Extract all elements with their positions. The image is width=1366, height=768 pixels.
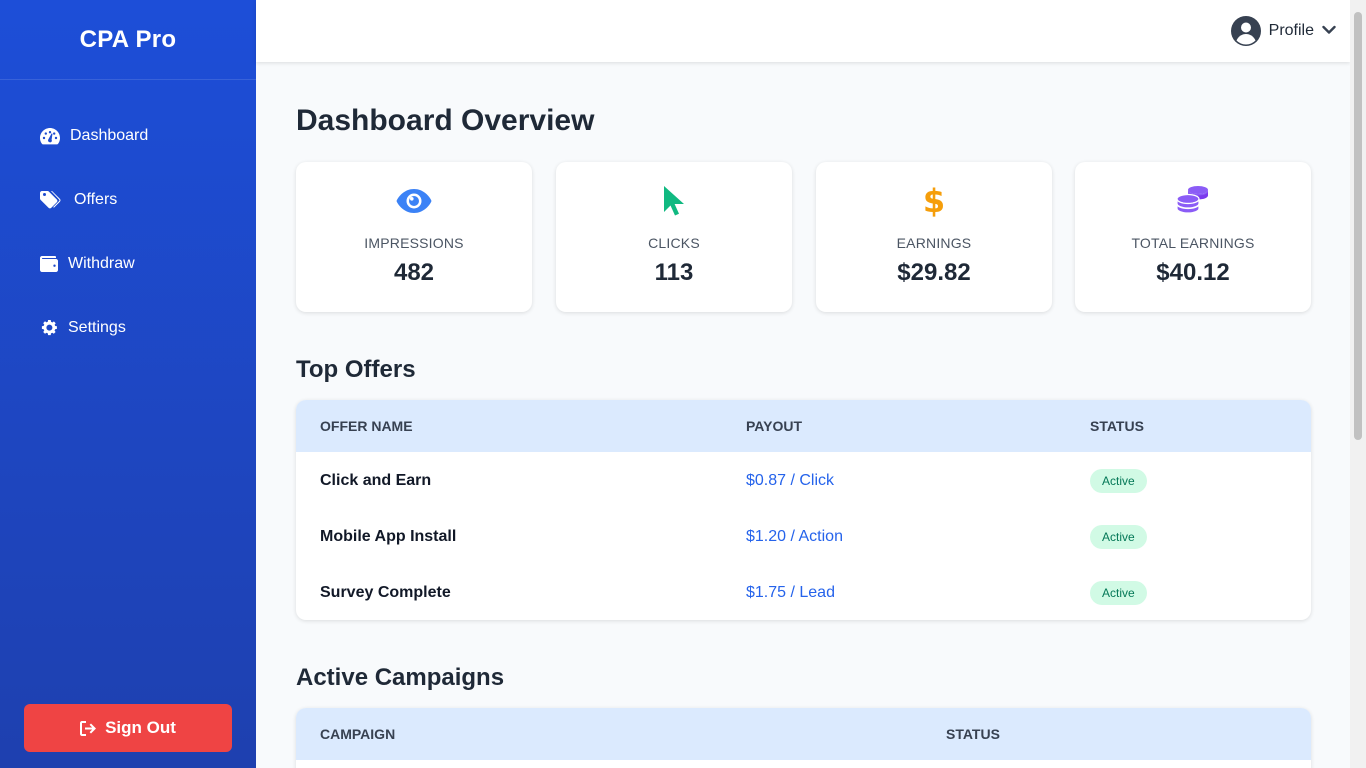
sign-out-icon (80, 720, 97, 736)
profile-menu[interactable]: Profile (1230, 15, 1336, 47)
user-avatar-icon (1230, 16, 1261, 46)
sidebar-nav: Dashboard Offers Withdraw Settings (0, 80, 256, 360)
stat-label: TOTAL EARNINGS (1131, 235, 1255, 251)
sign-out-button[interactable]: Sign Out (24, 704, 232, 752)
cursor-icon (556, 184, 792, 218)
offer-payout: $1.75 / Lead (746, 584, 835, 601)
active-campaigns-table: CAMPAIGN STATUS (296, 708, 1311, 768)
column-header-campaign[interactable]: CAMPAIGN (320, 726, 395, 742)
status-badge: Active (1090, 525, 1147, 549)
chevron-down-icon (1322, 22, 1336, 40)
gauge-icon (40, 126, 60, 146)
column-header-status[interactable]: STATUS (1090, 418, 1144, 434)
coins-icon (1075, 184, 1311, 218)
table-row[interactable]: Click and Earn $0.87 / Click Active (296, 452, 1311, 508)
app-root: CPA Pro Dashboard Offers Withdraw Settin… (0, 0, 1366, 768)
stat-label: EARNINGS (896, 235, 972, 251)
offer-payout: $0.87 / Click (746, 472, 835, 489)
status-badge: Active (1090, 581, 1147, 605)
status-badge: Active (1090, 469, 1147, 493)
profile-label: Profile (1268, 22, 1314, 39)
sidebar-item-dashboard[interactable]: Dashboard (0, 104, 256, 168)
stat-label: CLICKS (648, 235, 700, 251)
table-header: OFFER NAME PAYOUT STATUS (296, 400, 1311, 452)
table-row[interactable]: Survey Complete $1.75 / Lead Active (296, 564, 1311, 620)
table-header: CAMPAIGN STATUS (296, 708, 1311, 760)
active-campaigns-title: Active Campaigns (296, 664, 505, 691)
dollar-icon: $ (816, 184, 1052, 218)
stat-value: 113 (654, 259, 694, 286)
stat-card-earnings: $ EARNINGS $29.82 (816, 162, 1052, 312)
eye-icon (296, 184, 532, 218)
svg-text:$: $ (924, 185, 944, 217)
stat-value: $40.12 (1156, 259, 1230, 286)
column-header-status[interactable]: STATUS (946, 726, 1000, 742)
gear-icon (40, 318, 58, 338)
offer-payout: $1.20 / Action (746, 528, 843, 545)
stat-card-impressions: IMPRESSIONS 482 (296, 162, 532, 312)
stat-value: 482 (393, 259, 435, 286)
page-title: Dashboard Overview (296, 104, 595, 137)
sidebar-item-label: Withdraw (68, 255, 135, 272)
stat-card-clicks: CLICKS 113 (556, 162, 792, 312)
table-row[interactable]: Mobile App Install $1.20 / Action Active (296, 508, 1311, 564)
top-offers-title: Top Offers (296, 356, 416, 383)
top-bar: Profile (256, 0, 1350, 62)
column-header-payout[interactable]: PAYOUT (746, 418, 802, 434)
sign-out-label: Sign Out (105, 718, 176, 737)
offer-name: Click and Earn (320, 472, 432, 489)
scrollbar-thumb[interactable] (1354, 12, 1362, 440)
brand-logo[interactable]: CPA Pro (0, 0, 256, 80)
sidebar-item-offers[interactable]: Offers (0, 168, 256, 232)
top-offers-table: OFFER NAME PAYOUT STATUS Click and Earn … (296, 400, 1311, 620)
sidebar-item-settings[interactable]: Settings (0, 296, 256, 360)
column-header-offer-name[interactable]: OFFER NAME (320, 418, 413, 434)
offer-name: Survey Complete (320, 584, 451, 601)
wallet-icon (40, 254, 58, 274)
sidebar-item-label: Offers (74, 191, 118, 208)
offer-name: Mobile App Install (320, 528, 457, 545)
sidebar-item-label: Dashboard (70, 127, 149, 144)
stat-card-total-earnings: TOTAL EARNINGS $40.12 (1075, 162, 1311, 312)
sidebar-item-label: Settings (68, 319, 126, 336)
sidebar-item-withdraw[interactable]: Withdraw (0, 232, 256, 296)
tags-icon (40, 190, 62, 210)
stat-label: IMPRESSIONS (364, 235, 464, 251)
sidebar: CPA Pro Dashboard Offers Withdraw Settin… (0, 0, 256, 768)
stats-row: IMPRESSIONS 482 CLICKS 113 $ EARNINGS $2… (296, 162, 1311, 312)
stat-value: $29.82 (897, 259, 971, 286)
